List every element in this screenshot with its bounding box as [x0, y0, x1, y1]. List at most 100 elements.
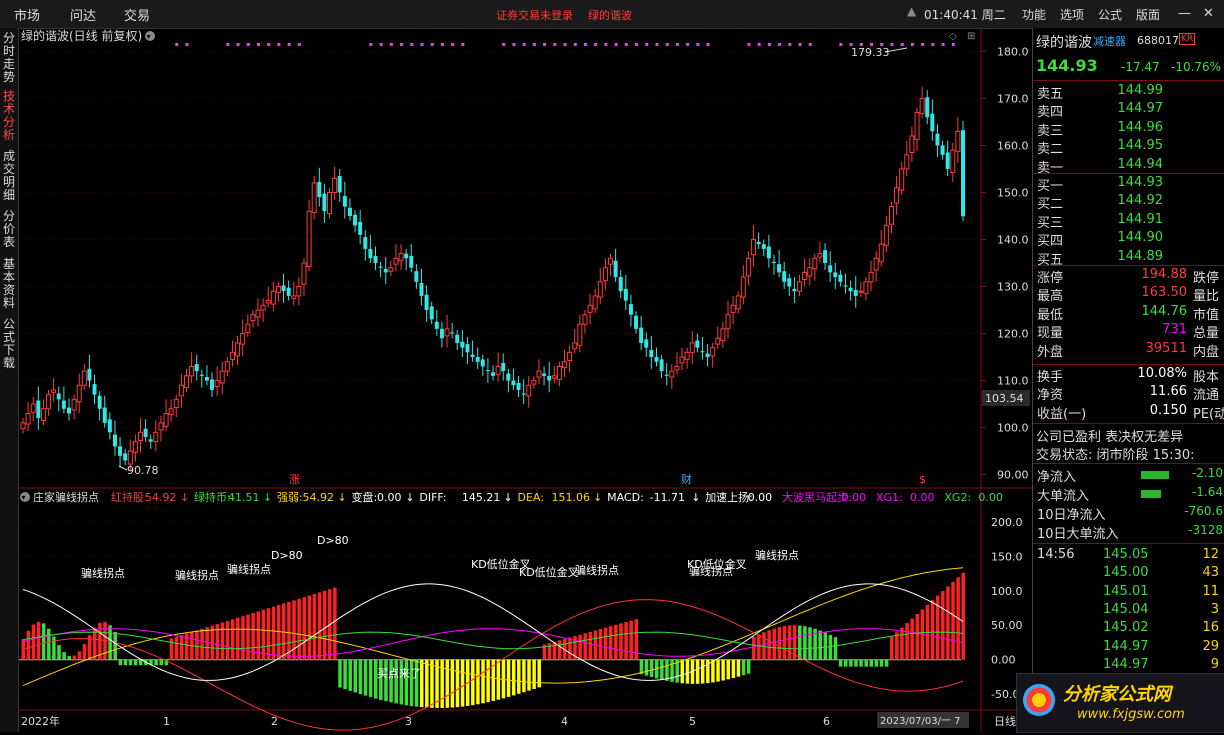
diamond-icon[interactable]: ◇	[949, 31, 957, 42]
macd-bar	[159, 659, 163, 666]
macd-bar	[879, 659, 884, 667]
macd-bar	[108, 625, 112, 660]
nav-trade-detail[interactable]: 成交明细	[0, 150, 18, 202]
macd-bar	[864, 659, 868, 667]
candle-body	[955, 130, 961, 152]
bid-row[interactable]: 买三 144.91	[1037, 212, 1223, 231]
signal-dot	[604, 43, 608, 46]
tick-row[interactable]: 144.97 29	[1037, 639, 1223, 657]
main-grid	[19, 50, 981, 476]
chart-area[interactable]: 绿的谐波(日线 前复权) ▾ ◇ ⊞ 90.00 100.0 110.0 120.0 1…	[19, 28, 1031, 732]
stat2-row-label: 净资	[1037, 388, 1064, 404]
candle-body	[551, 375, 557, 379]
down-arrow-icon: ↓	[504, 491, 513, 504]
bid-row[interactable]: 买四 144.90	[1037, 230, 1223, 249]
period-tab-daily[interactable]: 日线	[994, 714, 1016, 728]
y-tick-label: 180.0	[997, 45, 1029, 58]
candle-body	[669, 370, 675, 378]
macd-bar	[726, 659, 730, 680]
macd-bar	[803, 626, 807, 660]
menu-function[interactable]: 功能	[1022, 6, 1046, 23]
signal-dot	[757, 43, 761, 46]
signal-dot	[910, 43, 914, 46]
bid-row[interactable]: 买一 144.93	[1037, 175, 1223, 194]
candle-body	[547, 375, 552, 381]
ask-row[interactable]: 卖二 144.95	[1037, 138, 1223, 157]
y-tick-label: 100.0	[997, 422, 1029, 435]
signal-dot	[502, 43, 506, 46]
chevron-down-icon: ▾	[22, 493, 26, 502]
flow-row: 净流入 -2.10	[1037, 466, 1223, 485]
candle-body	[531, 380, 537, 385]
menu-trade[interactable]: 交易	[124, 5, 150, 24]
tick-row[interactable]: 14:56 145.05 12	[1037, 547, 1223, 565]
candle-body	[873, 257, 879, 271]
close-icon[interactable]: ✕	[1203, 6, 1214, 21]
sector-badge[interactable]: 减速器	[1093, 33, 1126, 49]
stock-name: 绿的谐波	[1036, 35, 1092, 51]
macd-bar	[425, 659, 429, 708]
login-notice[interactable]: 证券交易未登录	[496, 7, 573, 23]
menu-formula[interactable]: 公式	[1098, 6, 1122, 23]
clock: 01:40:41 周二	[924, 8, 1006, 22]
line-green	[22, 631, 964, 650]
nav-price-table[interactable]: 分价表	[0, 210, 18, 249]
tick-row[interactable]: 145.00 43	[1037, 565, 1223, 583]
nav-formula-download[interactable]: 公式下载	[0, 318, 18, 370]
candle-body	[556, 365, 562, 380]
marker-s[interactable]: $	[919, 473, 926, 486]
candle-body	[393, 257, 399, 265]
nav-intraday[interactable]: 分时走势	[0, 32, 18, 84]
bid-row[interactable]: 买二 144.92	[1037, 193, 1223, 212]
candle-body	[414, 271, 419, 282]
ask-row[interactable]: 卖四 144.97	[1037, 101, 1223, 120]
macd-bar	[333, 587, 337, 660]
ask-row[interactable]: 卖三 144.96	[1037, 119, 1223, 139]
ask-row[interactable]: 卖一 144.94	[1037, 157, 1223, 176]
candle-body	[465, 344, 470, 353]
scroll-icon[interactable]: ▲	[907, 4, 916, 18]
expand-icon[interactable]: ⊞	[967, 31, 975, 42]
stat2-row-label2: PE(动)	[1193, 406, 1224, 422]
tick-row[interactable]: 145.01 11	[1037, 584, 1223, 602]
indicator-value: 145.21	[462, 491, 501, 504]
signal-dot	[185, 43, 189, 46]
divider	[1033, 265, 1224, 266]
stat2-row-label: 收益(一)	[1037, 406, 1087, 422]
down-arrow-icon: ↓	[593, 491, 602, 504]
menu-layout[interactable]: 版面	[1136, 6, 1160, 23]
tick-row[interactable]: 145.04 3	[1037, 602, 1223, 620]
bid-row[interactable]: 买五 144.89	[1037, 249, 1223, 268]
menu-market[interactable]: 市场	[14, 5, 40, 24]
macd-bar	[195, 630, 199, 660]
nav-technical[interactable]: 技术分析	[0, 90, 18, 142]
candle-body	[118, 446, 123, 456]
tick-row[interactable]: 145.02 16	[1037, 620, 1223, 638]
marker-cai[interactable]: 财	[681, 472, 692, 486]
minimize-icon[interactable]: —	[1178, 6, 1191, 21]
candle-body	[429, 306, 434, 320]
candlesticks	[20, 86, 965, 472]
y-tick-label: 150.0	[997, 186, 1029, 199]
chart-svg[interactable]: 绿的谐波(日线 前复权) ▾ ◇ ⊞ 90.00 100.0 110.0 120.0 1…	[19, 28, 1031, 732]
signal-dot	[226, 43, 230, 46]
ask-row-value: 144.96	[1117, 119, 1164, 135]
macd-bar	[609, 626, 613, 660]
y-tick-label: 140.0	[997, 233, 1029, 246]
candle-body	[383, 268, 388, 273]
ask-row[interactable]: 卖五 144.99	[1037, 83, 1223, 102]
menu-options[interactable]: 选项	[1060, 6, 1084, 23]
candle-body	[756, 241, 761, 245]
candle-body	[347, 207, 352, 216]
marker-zhang[interactable]: 涨	[289, 473, 300, 486]
menu-wenda[interactable]: 问达	[70, 5, 96, 24]
candle-body	[797, 281, 803, 292]
macd-bar	[67, 655, 71, 660]
signal-dots	[175, 43, 955, 46]
nav-fundamentals[interactable]: 基本资料	[0, 258, 18, 310]
macd-bar	[322, 590, 327, 660]
macd-bar	[838, 659, 843, 667]
signal-dot	[451, 43, 455, 46]
indicator-value: 0.00	[910, 491, 935, 504]
candle-body	[894, 187, 900, 204]
